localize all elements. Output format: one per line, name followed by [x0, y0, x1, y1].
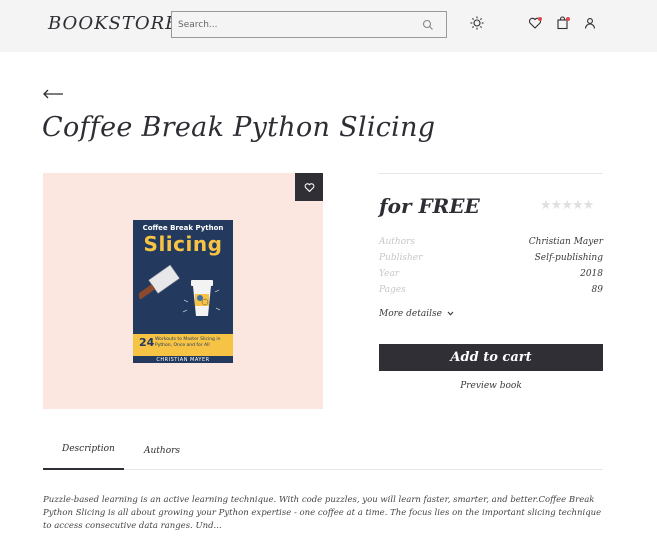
book-title: Coffee Break Python Slicing — [42, 112, 436, 143]
cover-line-2: Slicing — [143, 232, 223, 256]
heart-icon — [304, 182, 314, 192]
preview-book-link[interactable]: Preview book — [379, 381, 603, 391]
add-to-wishlist-button[interactable] — [295, 173, 323, 201]
meta-row-authors: Authors Christian Mayer — [379, 237, 603, 251]
meta-value: 2018 — [580, 269, 603, 279]
search-bar — [171, 11, 447, 38]
cover-subtitle: Workouts to Master Slicing in Python, On… — [155, 337, 221, 348]
star-icon[interactable]: ★ — [540, 198, 552, 213]
meta-value: 89 — [591, 285, 603, 295]
back-arrow-icon[interactable] — [42, 88, 64, 100]
meta-value: Self-publishing — [534, 253, 603, 263]
site-logo[interactable]: BOOKSTORE — [48, 13, 179, 34]
meta-key: Authors — [379, 237, 416, 247]
meta-key: Year — [379, 269, 400, 279]
meta-key: Pages — [379, 285, 406, 295]
user-icon[interactable] — [583, 16, 597, 30]
star-icon[interactable]: ★ — [561, 198, 573, 213]
book-cover-image: Coffee Break Python Slicing 24 Workouts … — [133, 220, 233, 363]
cover-author: CHRISTIAN MAYER — [156, 357, 210, 363]
book-description: Puzzle-based learning is an active learn… — [43, 495, 602, 531]
star-icon[interactable]: ★ — [572, 198, 584, 213]
top-header: BOOKSTORE — [0, 0, 657, 52]
more-details-label: More detailse — [379, 309, 442, 319]
meta-value: Christian Mayer — [528, 237, 603, 247]
meta-key: Publisher — [379, 253, 423, 263]
add-to-cart-button[interactable]: Add to cart — [379, 344, 603, 371]
tab-authors[interactable]: Authors — [144, 446, 180, 456]
meta-row-year: Year 2018 — [379, 269, 603, 283]
cover-illustration — [139, 264, 221, 316]
meta-row-pages: Pages 89 — [379, 285, 603, 299]
tabs-divider — [43, 469, 603, 470]
sun-icon[interactable] — [470, 16, 484, 30]
wishlist-badge — [538, 17, 542, 21]
divider — [379, 173, 603, 174]
star-icon[interactable]: ★ — [551, 198, 563, 213]
rating-stars[interactable]: ★★★★★ — [540, 198, 595, 213]
chevron-down-icon — [447, 311, 454, 316]
cover-line-1: Coffee Break Python — [142, 224, 224, 232]
price-label: for FREE — [379, 194, 480, 218]
meta-row-publisher: Publisher Self-publishing — [379, 253, 603, 267]
search-icon[interactable] — [422, 19, 434, 31]
search-input[interactable] — [172, 12, 412, 38]
star-icon[interactable]: ★ — [583, 198, 595, 213]
cover-number: 24 — [139, 336, 155, 349]
active-tab-indicator — [43, 468, 124, 470]
book-cover-panel: Coffee Break Python Slicing 24 Workouts … — [43, 173, 323, 409]
cart-badge — [566, 17, 570, 21]
more-details-toggle[interactable]: More detailse — [379, 309, 454, 319]
tab-description[interactable]: Description — [62, 444, 115, 454]
